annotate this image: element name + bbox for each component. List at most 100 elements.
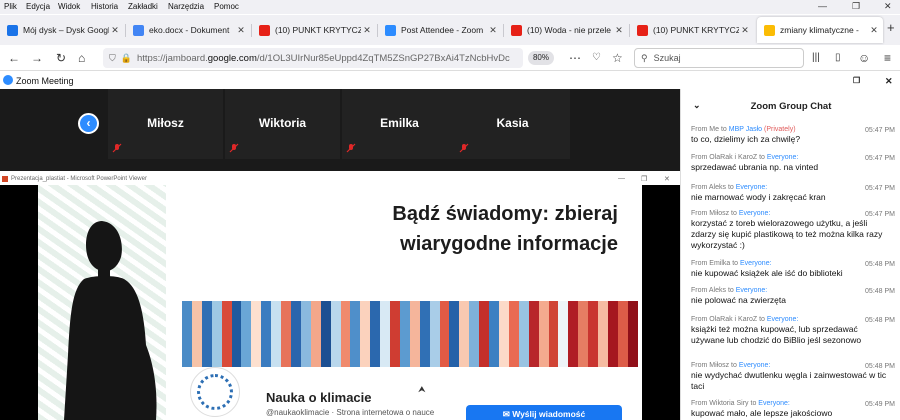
menu-widok[interactable]: Widok xyxy=(58,2,80,11)
search-placeholder: Szukaj xyxy=(653,53,681,63)
tab-youtube-punkt-krytyczny[interactable]: (10) PUNKT KRYTYCZ ✕ xyxy=(252,17,376,43)
chat-message[interactable]: From Miłosz to Everyone: 05:47 PM korzysta… xyxy=(691,209,895,251)
chat-popout-icon[interactable]: ❐ xyxy=(853,76,860,85)
maximize-icon[interactable]: ❐ xyxy=(852,1,860,12)
tab-close-icon[interactable]: ✕ xyxy=(109,25,121,36)
participant-tile-emilka[interactable]: Emilka xyxy=(342,89,457,159)
bookmark-star-icon[interactable]: ☆ xyxy=(612,51,623,65)
warming-stripe xyxy=(538,301,549,367)
participant-tile-kasia[interactable]: Kasia xyxy=(455,89,570,159)
forward-arrow-icon[interactable]: → xyxy=(31,51,43,65)
library-icon[interactable]: ||| xyxy=(812,51,820,65)
menu-edycja[interactable]: Edycja xyxy=(26,2,50,11)
menu-zakladki[interactable]: Zakładki xyxy=(128,2,158,11)
zoom-group-chat-panel: ⌄ Zoom Group Chat ❐ ✕ From Me to MBP Jas… xyxy=(680,76,900,420)
tab-close-icon[interactable]: ✕ xyxy=(361,25,373,36)
sidebar-icon[interactable]: ▯ xyxy=(835,51,841,65)
browser-menubar: Plik Edycja Widok Historia Zakładki Narz… xyxy=(0,0,900,14)
menu-pomoc[interactable]: Pomoc xyxy=(214,2,239,11)
tab-title: (10) PUNKT KRYTYCZ xyxy=(275,25,361,35)
slide-title-line-2: wiarygodne informacje xyxy=(400,233,618,255)
tab-youtube-punkt-krytyczny-2[interactable]: (10) PUNKT KRYTYCZ ✕ xyxy=(630,17,754,43)
ppt-close-icon[interactable]: ✕ xyxy=(664,175,670,183)
zoom-window-title: Zoom Meeting xyxy=(16,76,74,86)
message-time: 05:47 PM xyxy=(865,211,895,218)
menu-narzedzia[interactable]: Narzędzia xyxy=(168,2,204,11)
send-message-label: Wyślij wiadomość xyxy=(512,409,586,419)
chat-message[interactable]: From Miłosz to Everyone: 05:48 PM nie wydy… xyxy=(691,361,895,392)
warming-stripe xyxy=(370,301,381,367)
tab-close-icon[interactable]: ✕ xyxy=(613,25,625,36)
message-time: 05:48 PM xyxy=(865,261,895,268)
tab-google-drive[interactable]: Mój dysk – Dysk Googl ✕ xyxy=(0,17,124,43)
send-message-button[interactable]: ✉ Wyślij wiadomość xyxy=(466,405,622,420)
warming-stripe xyxy=(409,301,420,367)
pocket-icon[interactable]: ♡ xyxy=(592,51,601,65)
new-tab-icon[interactable]: + xyxy=(887,21,895,35)
back-arrow-icon[interactable]: ← xyxy=(8,51,20,65)
tab-eko-docx[interactable]: eko.docx - Dokument ✕ xyxy=(126,17,250,43)
message-time: 05:47 PM xyxy=(865,127,895,134)
home-icon[interactable]: ⌂ xyxy=(78,51,85,65)
menu-historia[interactable]: Historia xyxy=(91,2,118,11)
ppt-minimize-icon[interactable]: — xyxy=(618,175,625,182)
message-text: nie polować na zwierzęta xyxy=(691,295,786,305)
facebook-page-card: Nauka o klimacie @naukaoklimacie · Stron… xyxy=(182,367,642,420)
tab-title: (10) PUNKT KRYTYCZ xyxy=(653,25,739,35)
tab-close-icon[interactable]: ✕ xyxy=(235,25,247,36)
chat-message[interactable]: From Me to MBP Jasło (Privately) 05:47 PM… xyxy=(691,125,895,145)
chat-message[interactable]: From Aleks to Everyone: 05:48 PM nie polow… xyxy=(691,286,895,306)
message-text: to co, dzielimy ich za chwilę? xyxy=(691,134,801,144)
warming-stripe xyxy=(281,301,291,367)
chat-message[interactable]: From Emilka to Everyone: 05:48 PM nie kupo… xyxy=(691,259,895,279)
warming-stripe xyxy=(261,301,272,367)
minimize-icon[interactable]: — xyxy=(818,1,827,11)
tab-zoom-post-attendee[interactable]: Post Attendee - Zoom ✕ xyxy=(378,17,502,43)
youtube-icon xyxy=(259,24,270,36)
warming-stripe xyxy=(241,301,252,367)
warming-stripe xyxy=(320,301,331,367)
page-actions-icon[interactable]: ⋯ xyxy=(569,51,581,65)
participant-name: Wiktoria xyxy=(258,116,307,130)
url-domain: google.com xyxy=(207,52,257,64)
warming-stripe xyxy=(350,301,361,367)
tab-close-icon[interactable]: ✕ xyxy=(739,25,751,36)
search-box[interactable]: ⚲ Szukaj xyxy=(634,48,804,68)
tab-jamboard-active[interactable]: zmiany klimatyczne - ✕ xyxy=(757,17,883,43)
warming-stripe xyxy=(390,301,400,367)
ppt-restore-icon[interactable]: ❐ xyxy=(641,175,647,183)
muted-mic-icon xyxy=(346,143,356,153)
warming-stripe xyxy=(528,301,539,367)
chat-message[interactable]: From Wiktoria Siry to Everyone: 05:49 PM k… xyxy=(691,399,895,419)
tab-close-icon[interactable]: ✕ xyxy=(487,25,499,36)
participant-tile-wiktoria[interactable]: Wiktoria xyxy=(225,89,340,159)
participant-tile-milosz[interactable]: Miłosz xyxy=(108,89,223,159)
zoom-level-badge[interactable]: 80% xyxy=(528,51,554,65)
tab-close-icon[interactable]: ✕ xyxy=(868,25,880,36)
mouse-cursor-icon: ⮝ xyxy=(418,384,426,394)
chat-message[interactable]: From Aleks to Everyone: 05:47 PM nie marno… xyxy=(691,183,895,203)
message-text: korzystać z toreb wielorazowego użytku, … xyxy=(691,218,883,250)
reload-icon[interactable]: ↻ xyxy=(56,51,66,65)
chat-message[interactable]: From OlaRak i KaroZ to Everyone: 05:48 PM… xyxy=(691,315,895,346)
message-sender: From OlaRak i KaroZ to Everyone: xyxy=(691,154,799,161)
shield-icon[interactable]: ⛉ xyxy=(109,53,116,64)
tab-youtube-woda[interactable]: (10) Woda - nie przele ✕ xyxy=(504,17,628,43)
warming-stripe xyxy=(568,301,579,367)
menu-plik[interactable]: Plik xyxy=(4,2,17,11)
url-bar[interactable]: ⛉ 🔒 https://jamboard. google.com/d/1OL3UI… xyxy=(103,48,523,68)
lock-icon[interactable]: 🔒 xyxy=(121,53,132,64)
message-sender: From Miłosz to Everyone: xyxy=(691,210,771,217)
message-text: nie wydychać dwutlenku węgla i zainwesto… xyxy=(691,370,887,391)
hamburger-menu-icon[interactable]: ≡ xyxy=(884,51,891,65)
chat-close-icon[interactable]: ✕ xyxy=(885,76,893,87)
tab-title: Post Attendee - Zoom xyxy=(401,25,484,35)
nauka-o-klimacie-logo xyxy=(190,367,240,417)
page-name: Nauka o klimacie xyxy=(266,390,372,405)
account-icon[interactable]: ☺ xyxy=(858,51,870,65)
previous-page-button[interactable]: ‹ xyxy=(78,113,99,134)
warming-stripe xyxy=(439,301,450,367)
chat-message[interactable]: From OlaRak i KaroZ to Everyone: 05:47 PM… xyxy=(691,153,895,173)
presentation-viewer: Bądź świadomy: zbieraj wiarygodne informa… xyxy=(0,185,680,420)
close-window-icon[interactable]: ✕ xyxy=(884,1,892,12)
